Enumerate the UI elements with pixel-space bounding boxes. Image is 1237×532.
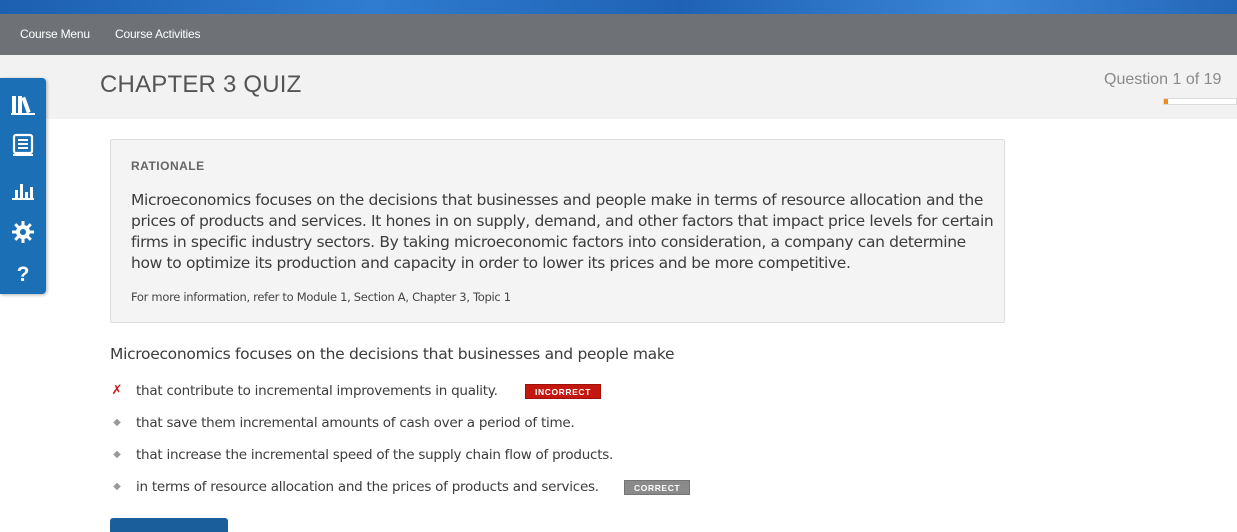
bullet-icon: ◆ bbox=[113, 481, 121, 492]
bullet-icon: ◆ bbox=[113, 417, 121, 428]
rationale-reference: For more information, refer to Module 1,… bbox=[131, 290, 511, 304]
library-icon[interactable] bbox=[9, 90, 37, 118]
incorrect-badge: INCORRECT bbox=[525, 384, 601, 399]
next-button[interactable] bbox=[110, 518, 228, 532]
incorrect-x-icon: ✗ bbox=[111, 383, 123, 398]
bullet-icon: ◆ bbox=[113, 449, 121, 460]
top-banner bbox=[0, 0, 1237, 14]
rationale-heading: RATIONALE bbox=[131, 159, 205, 173]
course-activities-link[interactable]: Course Activities bbox=[115, 27, 201, 41]
progress-bar bbox=[1163, 98, 1237, 105]
chart-icon[interactable] bbox=[9, 176, 37, 204]
answer-option[interactable]: ✗ that contribute to incremental improve… bbox=[110, 381, 810, 403]
help-icon[interactable]: ? bbox=[9, 261, 37, 289]
help-glyph: ? bbox=[16, 263, 30, 286]
progress-fill bbox=[1164, 99, 1168, 104]
rationale-body: Microeconomics focuses on the decisions … bbox=[131, 191, 994, 272]
answer-option[interactable]: ◆ that increase the incremental speed of… bbox=[110, 445, 810, 467]
question-stem: Microeconomics focuses on the decisions … bbox=[110, 345, 675, 363]
answer-option-text[interactable]: that contribute to incremental improveme… bbox=[136, 383, 498, 399]
question-counter: Question 1 of 19 bbox=[1104, 71, 1222, 88]
rationale-panel: RATIONALE Microeconomics focuses on the … bbox=[110, 139, 1005, 323]
answer-option[interactable]: ◆ in terms of resource allocation and th… bbox=[110, 477, 810, 499]
answer-option-text[interactable]: that increase the incremental speed of t… bbox=[136, 447, 613, 463]
top-navbar: Course Menu Course Activities bbox=[0, 14, 1237, 55]
answer-option[interactable]: ◆ that save them incremental amounts of … bbox=[110, 413, 810, 435]
course-menu-link[interactable]: Course Menu bbox=[20, 27, 90, 41]
notebook-icon[interactable] bbox=[9, 131, 37, 159]
settings-icon[interactable] bbox=[9, 218, 37, 246]
answer-option-text[interactable]: in terms of resource allocation and the … bbox=[136, 479, 599, 495]
page-title: CHAPTER 3 QUIZ bbox=[100, 71, 302, 98]
quiz-header: CHAPTER 3 QUIZ Question 1 of 19 bbox=[0, 55, 1237, 119]
answer-option-text[interactable]: that save them incremental amounts of ca… bbox=[136, 415, 575, 431]
side-toolbar: ? bbox=[0, 78, 46, 294]
correct-badge: CORRECT bbox=[624, 480, 691, 495]
